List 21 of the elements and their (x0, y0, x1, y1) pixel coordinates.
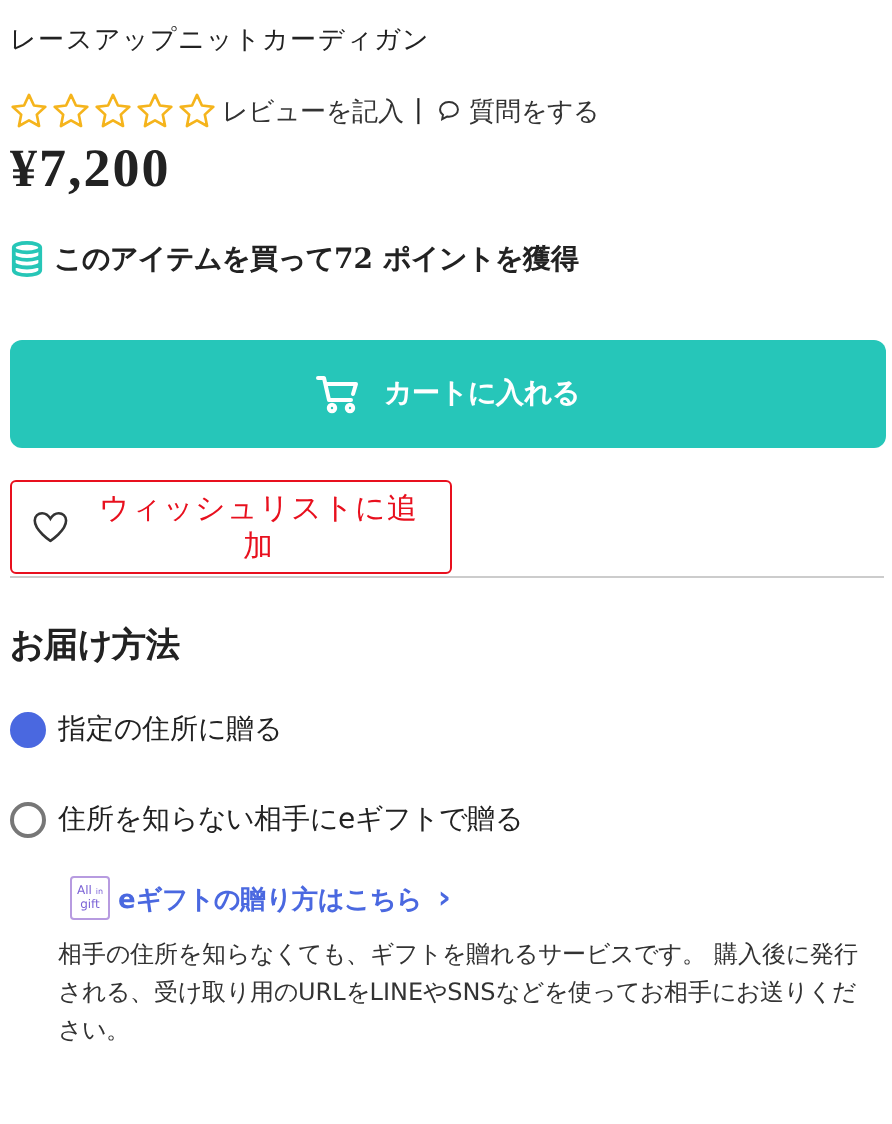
question-link[interactable]: 質問をする (468, 93, 599, 129)
review-link[interactable]: レビューを記入 (222, 93, 404, 129)
price: ¥7,200 (10, 138, 173, 200)
gift-guide-link[interactable]: eギフトの贈り方はこちら › (118, 878, 451, 918)
coin-stack-icon (10, 240, 44, 278)
star-icon (136, 92, 174, 130)
points-text: このアイテムを買って72 ポイントを獲得 (54, 241, 579, 277)
star-icon (94, 92, 132, 130)
heart-icon (32, 510, 69, 544)
star-icon (10, 92, 48, 130)
separator: | (414, 96, 423, 126)
cart-icon (316, 374, 360, 414)
radio-option[interactable]: 指定の住所に贈る (10, 702, 884, 758)
speech-bubble-icon (436, 98, 463, 124)
star-icon (178, 92, 216, 130)
section-heading: お届け方法 (10, 624, 182, 668)
star-icon (52, 92, 90, 130)
wishlist-button[interactable]: ウィッシュリストに追加 (10, 480, 452, 574)
description: 相手の住所を知らなくても、ギフトを贈れるサービスです。 購入後に発行される、受け取り用のURLをLINEやSNSなどを使ってお相手にお送りください。 (58, 938, 860, 1048)
radio-option[interactable]: 住所を知らない相手にeギフトで贈る (10, 792, 884, 848)
product-name: レースアップニットカーディガン (10, 24, 432, 60)
